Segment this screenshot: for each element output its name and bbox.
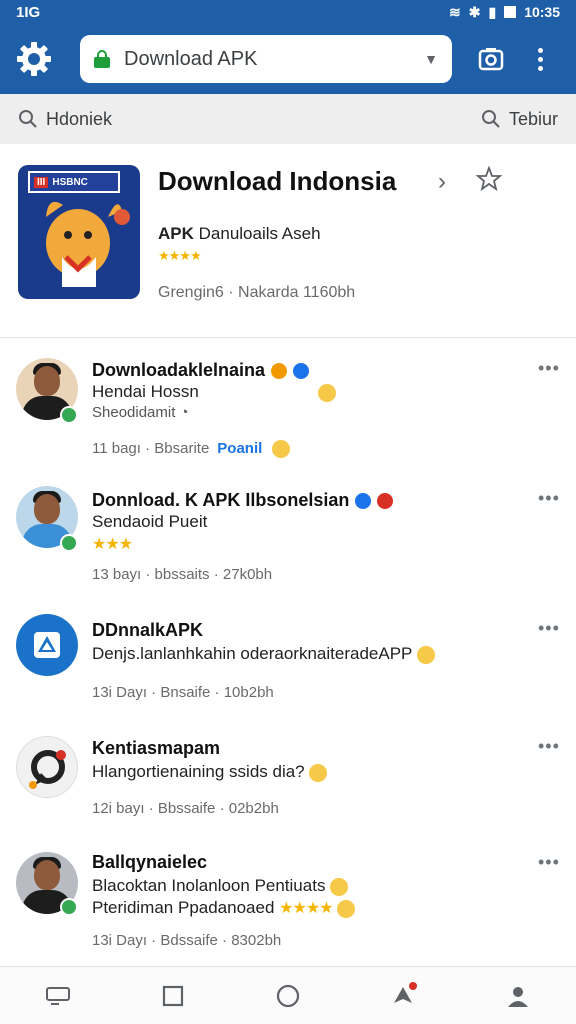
- bluetooth-icon: ✱: [468, 3, 481, 20]
- post-meta: 13 bayı · bbssaits · 27k0bh: [92, 566, 273, 583]
- more-options-icon[interactable]: [530, 47, 550, 71]
- post-author[interactable]: DDnnalkAPK: [92, 620, 203, 641]
- clock-icon: ◔: [179, 404, 189, 421]
- post-line: Blacoktan Inolanloon Pentiuats: [92, 876, 349, 896]
- verified-icon: [355, 492, 372, 509]
- reaction-icon: [271, 362, 288, 379]
- post-author[interactable]: Kentiasmapam: [92, 738, 220, 759]
- smile-emoji-icon: [416, 645, 435, 664]
- notifications-icon[interactable]: [379, 972, 427, 1020]
- lock-icon: [94, 50, 112, 68]
- camera-icon[interactable]: [476, 44, 506, 74]
- laugh-emoji-icon: [337, 899, 356, 918]
- featured-title: Download Indonsia: [158, 166, 397, 196]
- profile-icon[interactable]: [494, 972, 542, 1020]
- post-line: Hendai Hossn: [92, 382, 336, 402]
- search-right-label: Tebiur: [508, 108, 558, 129]
- search-row: Hdoniek Tebiur: [0, 94, 576, 144]
- post-rating: ★★★★: [279, 900, 333, 917]
- app-icon[interactable]: III HSBNC: [18, 165, 140, 299]
- search-left[interactable]: Hdoniek: [18, 109, 112, 130]
- more-icon[interactable]: •••: [538, 358, 560, 379]
- notification-dot-icon: [409, 981, 418, 990]
- featured-rating: ★★★★: [158, 248, 202, 263]
- avatar[interactable]: [16, 614, 78, 676]
- recent-apps-icon[interactable]: [34, 972, 82, 1020]
- chevron-down-icon[interactable]: ▼: [424, 51, 438, 67]
- search-left-label: Hdoniek: [46, 108, 113, 129]
- wink-emoji-icon: [309, 763, 328, 782]
- post-meta: 13i Dayı · Bdssaife · 8302bh: [92, 932, 282, 949]
- search-icon: [481, 110, 500, 128]
- url-bar[interactable]: Download APK ▼: [80, 35, 452, 83]
- post-author[interactable]: Donnload. K APK Ilbsonelsian: [92, 490, 394, 511]
- chevron-right-icon[interactable]: ›: [438, 168, 446, 196]
- laugh-emoji-icon: [272, 440, 291, 459]
- post-rating: ★★★: [92, 536, 133, 553]
- search-right[interactable]: Tebiur: [481, 109, 558, 130]
- post-line-secondary: Pteridiman Ppadanoaed ★★★★: [92, 898, 356, 918]
- bottom-navigation: [0, 966, 576, 1024]
- avatar[interactable]: [16, 736, 78, 798]
- featured-meta: Grengin6 · Nakarda 1160bh: [158, 284, 356, 301]
- post-line: Sendaoid Pueit: [92, 512, 208, 531]
- post-author[interactable]: Ballqynaielec: [92, 852, 207, 873]
- online-badge-icon: [60, 898, 78, 916]
- more-icon[interactable]: •••: [538, 852, 560, 873]
- home-circle-icon[interactable]: [264, 972, 312, 1020]
- status-icons: ≋ ✱ ▮ 10:35: [449, 4, 560, 21]
- search-icon: [19, 110, 37, 128]
- reaction-icon: [377, 492, 394, 509]
- online-badge-icon: [60, 534, 78, 552]
- smile-emoji-icon: [317, 383, 336, 402]
- settings-star-icon[interactable]: [475, 165, 503, 197]
- featured-subtitle: APK Danuloails Aseh: [158, 224, 321, 243]
- status-left-text: 1IG: [16, 3, 41, 21]
- wifi-icon: ≋: [449, 3, 461, 20]
- verified-icon: [293, 362, 310, 379]
- post-meta: 13i Dayı · Bnsaife · 10b2bh: [92, 684, 274, 701]
- post-meta: 11 bagı · Bbsarite Poanil: [92, 440, 291, 459]
- post-line: Denjs.lanlanhkahin oderaorknaiteradeAPP: [92, 644, 435, 664]
- post-line: Hlangortienaining ssids dia?: [92, 762, 328, 782]
- more-icon[interactable]: •••: [538, 736, 560, 757]
- gear-icon[interactable]: [12, 37, 56, 81]
- post-author[interactable]: Downloadaklelnaina: [92, 360, 310, 381]
- url-text: Download APK: [124, 47, 258, 70]
- post-meta: 12i bayı · Bbssaife · 02b2bh: [92, 800, 279, 817]
- battery-icon: [504, 6, 517, 18]
- app-bar: Download APK ▼: [0, 24, 576, 94]
- post-link[interactable]: Poanil: [217, 440, 262, 457]
- post-line-secondary: Sheodidamit ◔: [92, 404, 189, 421]
- more-icon[interactable]: •••: [538, 618, 560, 639]
- status-bar: 1IG ≋ ✱ ▮ 10:35: [0, 0, 576, 24]
- more-icon[interactable]: •••: [538, 488, 560, 509]
- online-badge-icon: [60, 406, 78, 424]
- featured-app-card[interactable]: III HSBNC Download Indonsia › APK Danuloa…: [0, 146, 576, 338]
- square-icon[interactable]: [149, 972, 197, 1020]
- smile-emoji-icon: [330, 877, 349, 896]
- status-time: 10:35: [524, 4, 560, 20]
- signal-icon: ▮: [488, 3, 497, 20]
